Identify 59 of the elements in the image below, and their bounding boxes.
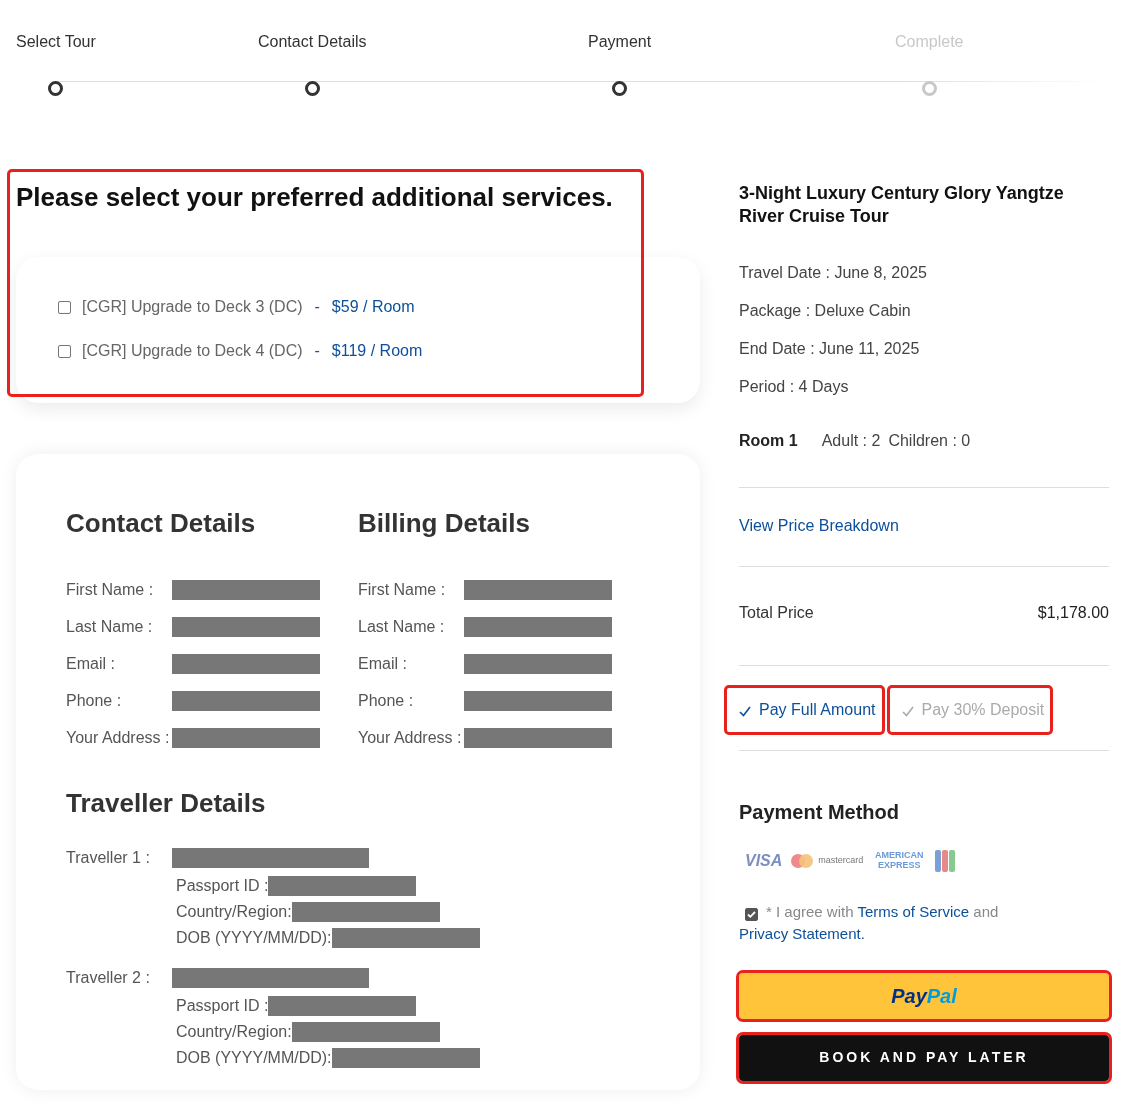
section-heading: Contact Details	[66, 507, 257, 540]
section-heading: Traveller Details	[66, 787, 267, 820]
field-label: Country/Region:	[176, 902, 292, 922]
check-icon	[901, 706, 914, 718]
step-label: Select Tour	[16, 32, 96, 52]
mastercard-logo: mastercard	[790, 852, 864, 869]
field-label: DOB (YYYY/MM/DD):	[176, 928, 332, 948]
field-label: Phone :	[66, 690, 123, 711]
check-icon	[739, 706, 751, 718]
option-price: $59 / Room	[331, 297, 415, 318]
field-label: DOB (YYYY/MM/DD):	[176, 1048, 332, 1068]
field-label: Passport ID :	[176, 876, 269, 896]
field-label: Last Name :	[66, 616, 154, 637]
tour-title: 3-Night Luxury Century Glory Yangtze River Cruise Tour	[739, 182, 1065, 229]
agree-text: * I agree with	[766, 902, 854, 920]
amex-logo: AMERICAN EXPRESS	[874, 851, 925, 871]
field-label: Traveller 2 :	[66, 968, 151, 988]
field-label: Email :	[66, 653, 116, 674]
separator: -	[314, 341, 320, 362]
price-breakdown-link[interactable]: View Price Breakdown	[739, 487, 1109, 566]
visa-logo: VISA	[745, 850, 783, 871]
paypal-button[interactable]: PayPal	[739, 972, 1109, 1019]
option-price: $119 / Room	[331, 341, 423, 362]
adult-count: Adult : 2	[821, 430, 881, 451]
section-heading: Payment Method	[739, 799, 901, 825]
field-label: Your Address :	[358, 727, 463, 748]
card-logo-icon	[935, 849, 956, 872]
detail-text: End Date : June 11, 2025	[739, 338, 921, 359]
field-label: First Name :	[358, 579, 447, 600]
payment-option-tab[interactable]: Pay Full Amount	[727, 687, 882, 732]
detail-text: Period : 4 Days	[739, 376, 850, 397]
children-count: Children : 0	[888, 430, 971, 451]
separator: -	[314, 297, 320, 318]
agree-text: and	[973, 902, 999, 920]
detail-text: Travel Date : June 8, 2025	[739, 262, 928, 283]
checkbox[interactable]	[58, 300, 71, 314]
detail-text: Package : Deluxe Cabin	[739, 300, 912, 321]
field-label: Last Name :	[358, 616, 446, 637]
checkbox[interactable]	[745, 907, 758, 921]
option-label: [CGR] Upgrade to Deck 4 (DC)	[82, 341, 303, 362]
field-label: First Name :	[66, 579, 155, 600]
section-heading: Billing Details	[358, 507, 531, 540]
field-label: Country/Region:	[176, 1022, 292, 1042]
field-label: Passport ID :	[176, 996, 269, 1016]
field-label: Traveller 1 :	[66, 848, 151, 868]
option-label: [CGR] Upgrade to Deck 3 (DC)	[82, 297, 303, 318]
step-label: Payment	[588, 32, 652, 52]
section-heading: Please select your preferred additional services.	[16, 182, 614, 214]
book-button[interactable]: BOOK AND PAY LATER	[739, 1034, 1109, 1081]
total-price: $1,178.00	[1037, 602, 1109, 623]
terms-link[interactable]: Terms of Service	[857, 902, 970, 920]
total-label: Total Price	[739, 602, 814, 623]
field-label: Phone :	[358, 690, 415, 711]
privacy-link[interactable]: Privacy Statement.	[739, 924, 865, 942]
room-label: Room 1	[739, 430, 798, 451]
field-label: Your Address :	[66, 727, 171, 748]
field-label: Email :	[358, 653, 408, 674]
step-label: Contact Details	[258, 32, 367, 52]
checkbox[interactable]	[58, 344, 71, 358]
